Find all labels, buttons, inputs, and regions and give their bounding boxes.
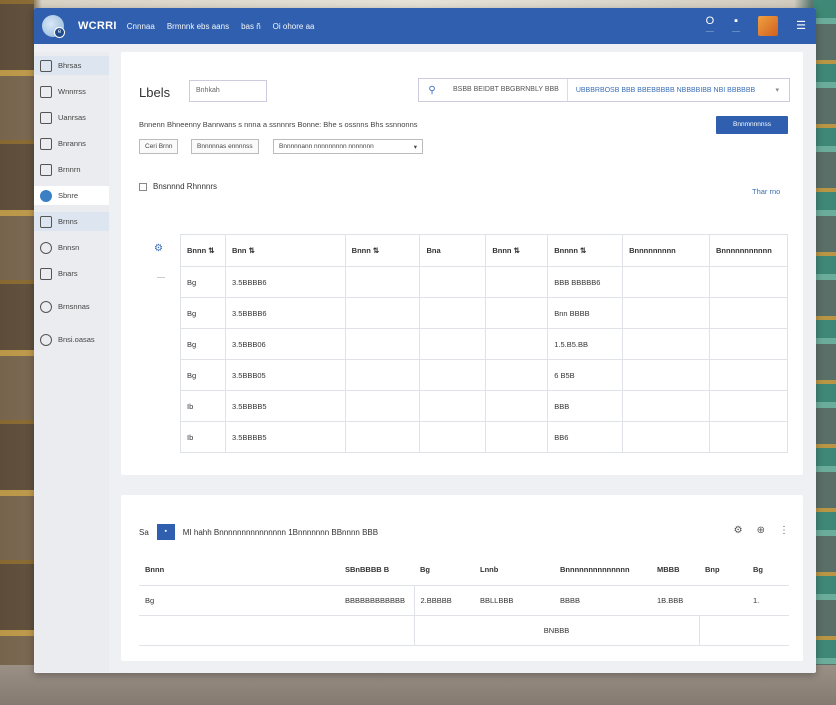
box-icon <box>40 111 52 124</box>
checkbox[interactable] <box>139 182 147 191</box>
column-header[interactable]: SBnBBBB B <box>339 555 414 586</box>
sidebar-item-4[interactable]: Bnranns <box>34 134 109 153</box>
sidebar-item-7[interactable]: Brnns <box>34 212 109 231</box>
column-header[interactable]: Bg <box>414 555 474 586</box>
more-icon[interactable]: ⋮ <box>779 525 789 536</box>
grid-icon <box>40 59 52 72</box>
table-row[interactable]: Ib 3.5BBBB5 BBB <box>180 390 789 422</box>
barcode-icon <box>40 163 52 176</box>
top-nav-item[interactable]: Brmnnk ebs aans <box>167 22 229 31</box>
top-nav-item[interactable]: Cnnnaa <box>127 22 155 31</box>
gear-icon <box>40 300 52 313</box>
sidebar-item-2[interactable]: Wnnrrss <box>34 82 109 101</box>
page-title: Lbels <box>139 85 171 100</box>
help-icon <box>40 333 52 346</box>
column-header[interactable]: Bnn ⇅ <box>224 234 346 267</box>
brand-name: WCRRI <box>78 20 117 32</box>
location-picker[interactable]: ⚲ BSBB BEIDBT BBGBRNBLY BBB UBBBRBOSB BB… <box>418 78 790 102</box>
background-rack-left <box>0 0 34 665</box>
summary-prefix: Sa <box>139 527 149 537</box>
labels-table: Bnnn ⇅ Bnn ⇅ Bnnn ⇅ Bna Bnnn ⇅ Bnnnn ⇅ B… <box>180 234 789 453</box>
filter-chip[interactable]: Bnnnnnas ennnnss <box>191 139 259 154</box>
app-logo-icon[interactable]: e <box>42 15 65 38</box>
right-link[interactable]: Thar rno <box>752 187 780 196</box>
chart-icon <box>40 241 52 254</box>
divider <box>157 277 165 278</box>
sidebar-item-5[interactable]: Brnnrn <box>34 160 109 179</box>
table-header-row: Bnnn ⇅ Bnn ⇅ Bnnn ⇅ Bna Bnnn ⇅ Bnnnn ⇅ B… <box>180 234 789 267</box>
labels-card: Lbels Bnhkah ⚲ BSBB BEIDBT BBGBRNBLY BBB… <box>121 52 803 475</box>
sidebar-item-11[interactable]: Bnsi.oasas <box>34 330 109 349</box>
sidebar-item-6[interactable]: Sbnre <box>34 186 109 205</box>
summary-header: Sa ▪ MI hahh Bnnnnnnnnnnnnnnn 1Bnnnnnnn … <box>139 524 378 540</box>
column-header[interactable]: Bnnn <box>139 555 339 586</box>
truck-icon <box>40 85 52 98</box>
settings-icon[interactable]: ⚙ <box>734 525 743 536</box>
sidebar-item-1[interactable]: Bhrsas <box>34 56 109 75</box>
summary-badge: ▪ <box>156 524 175 540</box>
app-window: e WCRRI Cnnnaa Brmnnk ebs aans bas ñ Oi … <box>34 8 816 673</box>
top-nav: Cnnnaa Brmnnk ebs aans bas ñ Oi ohore aa <box>127 22 315 31</box>
primary-action-button[interactable]: Bnnmnnnnss <box>716 116 788 134</box>
top-nav-item[interactable]: bas ñ <box>241 22 261 31</box>
column-header[interactable]: Bnnn ⇅ <box>180 234 226 267</box>
column-header[interactable]: Bnnnnnnnnnnnnnn <box>554 555 651 586</box>
user-avatar[interactable] <box>758 16 779 36</box>
filter-description: Bnnenn Bhneenny Banrwans s nnna a ssnnnr… <box>139 120 418 129</box>
table-row[interactable]: Bg 3.5BBBB6 Bnn BBBB <box>180 297 789 329</box>
sidebar-item-8[interactable]: Bnnsn <box>34 238 109 257</box>
chevron-down-icon[interactable]: ▾ <box>775 86 779 94</box>
column-header[interactable]: Bnnn ⇅ <box>344 234 421 267</box>
chevron-down-icon: ▾ <box>413 144 417 151</box>
picker-left-value: BSBB BEIDBT BBGBRNBLY BBB <box>445 79 568 101</box>
table-header-row: Bnnn SBnBBBB B Bg Lnnb Bnnnnnnnnnnnnnn M… <box>139 555 789 586</box>
column-header[interactable]: Bg <box>747 555 789 586</box>
top-bar-actions: O —— ▪ —— ☰ <box>706 16 806 36</box>
background-rack-right <box>814 0 836 665</box>
load-more-link[interactable]: BNBBB <box>413 615 699 646</box>
column-header[interactable]: Bna <box>419 234 487 267</box>
label-icon <box>40 189 52 202</box>
sidebar: Bhrsas Wnnrrss Uanrsas Bnranns Brnnrn Sb… <box>34 52 109 672</box>
filter-icon[interactable]: ⊕ <box>757 525 765 536</box>
column-header[interactable]: Bnnn ⇅ <box>485 234 549 267</box>
picker-right-value: UBBBRBOSB BBB BBEBBBBB NBBBBIBB NBI BBBB… <box>575 86 756 94</box>
tree-icon: ⚲ <box>428 84 436 96</box>
users-icon <box>40 215 52 228</box>
checkbox-row[interactable]: Bnsnnnd Rhnnnrs <box>139 182 217 191</box>
table-row[interactable]: Bg BBBBBBBBBBBB 2.BBBBB BBLLBBB BBBB 1B.… <box>139 585 789 616</box>
filter-chip[interactable]: Ceri Brnn <box>139 139 179 154</box>
list-icon <box>40 137 52 150</box>
column-header[interactable]: MBBB <box>651 555 699 586</box>
table-row[interactable]: Ib 3.5BBBB5 BB6 <box>180 421 789 453</box>
menu-icon[interactable]: ☰ <box>796 21 806 32</box>
sidebar-item-3[interactable]: Uanrsas <box>34 108 109 127</box>
top-nav-item[interactable]: Oi ohore aa <box>273 22 315 31</box>
table-row[interactable]: Bg 3.5BBB05 6 B5B <box>180 359 789 391</box>
filter-select[interactable]: Bnnnnnann nnnnnnnnn nnnnnnn ▾ <box>273 139 423 154</box>
top-bar: e WCRRI Cnnnaa Brmnnk ebs aans bas ñ Oi … <box>34 8 816 44</box>
summary-table: Bnnn SBnBBBB B Bg Lnnb Bnnnnnnnnnnnnnn M… <box>139 555 789 646</box>
column-header[interactable]: Bnnnnnnnnn <box>622 234 710 267</box>
table-footer-row: BNBBB <box>139 615 789 646</box>
summary-actions: ⚙ ⊕ ⋮ <box>734 525 789 536</box>
column-header[interactable]: Lnnb <box>474 555 554 586</box>
table-row[interactable]: Bg 3.5BBB06 1.5.B5.BB <box>180 328 789 360</box>
search-input[interactable]: Bnhkah <box>189 80 267 102</box>
summary-title: MI hahh Bnnnnnnnnnnnnnnn 1Bnnnnnnn BBnnn… <box>182 527 379 537</box>
notification-icon[interactable]: ▪ —— <box>732 16 740 36</box>
column-header[interactable]: Bnp <box>699 555 747 586</box>
column-header[interactable]: Bnnnnnnnnnnn <box>708 234 789 267</box>
column-header[interactable]: Bnnnn ⇅ <box>547 234 624 267</box>
sidebar-item-10[interactable]: Brnsnnas <box>34 297 109 316</box>
sidebar-item-9[interactable]: Bnars <box>34 264 109 283</box>
table-row[interactable]: Bg 3.5BBBB6 BBB BBBBB6 <box>180 266 789 298</box>
settings-icon[interactable]: ⚙ <box>154 243 163 254</box>
document-icon <box>40 267 52 280</box>
search-icon[interactable]: O —— <box>706 16 715 36</box>
summary-card: Sa ▪ MI hahh Bnnnnnnnnnnnnnnn 1Bnnnnnnn … <box>121 495 803 661</box>
